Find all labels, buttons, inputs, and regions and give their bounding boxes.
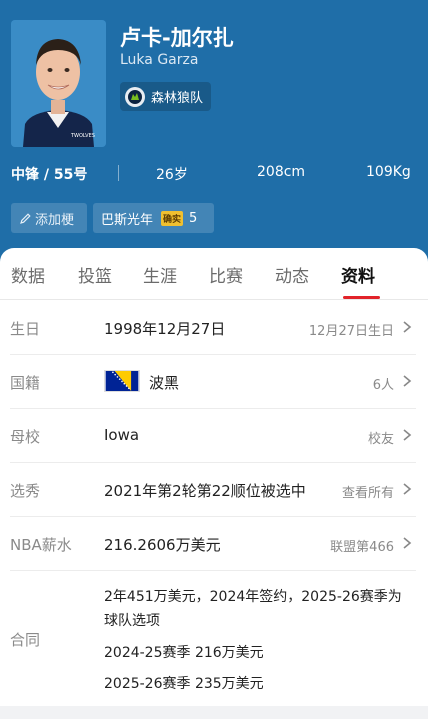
chevron-right-icon xyxy=(403,537,412,549)
player-weight: 109Kg xyxy=(366,164,411,180)
school-row[interactable]: 母校 Iowa 校友 xyxy=(10,409,416,463)
nationality-row[interactable]: 国籍 波黑 6人 xyxy=(10,355,416,409)
nationality-value: 波黑 xyxy=(149,374,180,392)
contract-label: 合同 xyxy=(10,631,41,649)
contract-details: 2年451万美元，2024年签约，2025-26赛季为 球队选项 2024-25… xyxy=(104,585,416,696)
birthday-row[interactable]: 生日 1998年12月27日 12月27日生日 xyxy=(10,301,416,355)
player-avatar: TWOLVES xyxy=(11,20,106,147)
salary-label: NBA薪水 xyxy=(10,536,72,554)
salary-extra: 联盟第466 xyxy=(330,540,394,555)
contract-season-1: 2024-25赛季 216万美元 xyxy=(104,645,264,661)
bottom-divider xyxy=(0,706,428,719)
salary-row[interactable]: NBA薪水 216.2606万美元 联盟第466 xyxy=(10,517,416,571)
contract-summary-line1: 2年451万美元，2024年签约，2025-26赛季为 xyxy=(104,589,402,605)
player-height: 208cm xyxy=(257,164,306,180)
player-photo-icon: TWOLVES xyxy=(11,20,106,147)
chevron-right-icon xyxy=(403,321,412,333)
contract-season-2: 2025-26赛季 235万美元 xyxy=(104,676,264,692)
nationality-extra: 6人 xyxy=(372,378,394,393)
birthday-value: 1998年12月27日 xyxy=(104,320,226,338)
nationality-label: 国籍 xyxy=(10,374,41,392)
draft-value: 2021年第2轮第22顺位被选中 xyxy=(104,482,306,500)
tab-bar: 数据 投篮 生涯 比赛 动态 资料 xyxy=(0,248,428,300)
player-name-en: Luka Garza xyxy=(120,52,199,68)
pencil-icon xyxy=(20,212,31,224)
verified-badge: 确实 xyxy=(161,210,184,226)
draft-extra: 查看所有 xyxy=(341,486,394,501)
draft-row[interactable]: 选秀 2021年第2轮第22顺位被选中 查看所有 xyxy=(10,463,416,517)
contract-summary-line2: 球队选项 xyxy=(104,613,160,629)
chevron-right-icon xyxy=(403,483,412,495)
tab-shooting[interactable]: 投篮 xyxy=(78,262,112,287)
school-extra: 校友 xyxy=(367,432,394,447)
tab-stats[interactable]: 数据 xyxy=(11,262,45,287)
player-stats: 中锋 / 55号 26岁 208cm 109Kg xyxy=(0,160,428,186)
contract-row: 合同 2年451万美元，2024年签约，2025-26赛季为 球队选项 2024… xyxy=(10,571,416,706)
meme-tag-count: 5 xyxy=(189,210,198,226)
birthday-label: 生日 xyxy=(10,320,41,338)
draft-label: 选秀 xyxy=(10,482,41,500)
chevron-right-icon xyxy=(403,429,412,441)
add-meme-label: 添加梗 xyxy=(35,212,75,228)
player-header: TWOLVES 卢卡-加尔扎 Luka Garza 森林狼队 中锋 / 55号 … xyxy=(0,0,428,262)
tab-games[interactable]: 比赛 xyxy=(209,262,243,287)
chevron-right-icon xyxy=(403,375,412,387)
school-label: 母校 xyxy=(10,428,41,446)
bosnia-flag-icon xyxy=(104,370,140,392)
team-name: 森林狼队 xyxy=(151,91,204,106)
position-number: 中锋 / 55号 xyxy=(11,167,88,183)
tab-news[interactable]: 动态 xyxy=(275,262,309,287)
active-tab-indicator xyxy=(343,296,380,299)
player-name-cn: 卢卡-加尔扎 xyxy=(120,26,234,50)
add-meme-button[interactable]: 添加梗 xyxy=(11,203,87,233)
school-value: Iowa xyxy=(104,426,140,444)
meme-tag-chip[interactable]: 巴斯光年 确实 5 xyxy=(93,203,214,233)
stat-divider xyxy=(118,165,119,181)
svg-text:TWOLVES: TWOLVES xyxy=(70,133,95,139)
content-panel: 数据 投篮 生涯 比赛 动态 资料 生日 1998年12月27日 12月27日生… xyxy=(0,248,428,719)
birthday-extra: 12月27日生日 xyxy=(308,324,394,339)
player-age: 26岁 xyxy=(156,167,188,183)
tab-career[interactable]: 生涯 xyxy=(143,262,177,287)
meme-tag-label: 巴斯光年 xyxy=(101,212,154,228)
timberwolves-logo-icon xyxy=(125,86,145,107)
team-badge[interactable]: 森林狼队 xyxy=(120,82,212,111)
salary-value: 216.2606万美元 xyxy=(104,536,221,554)
tab-profile[interactable]: 资料 xyxy=(341,262,375,287)
